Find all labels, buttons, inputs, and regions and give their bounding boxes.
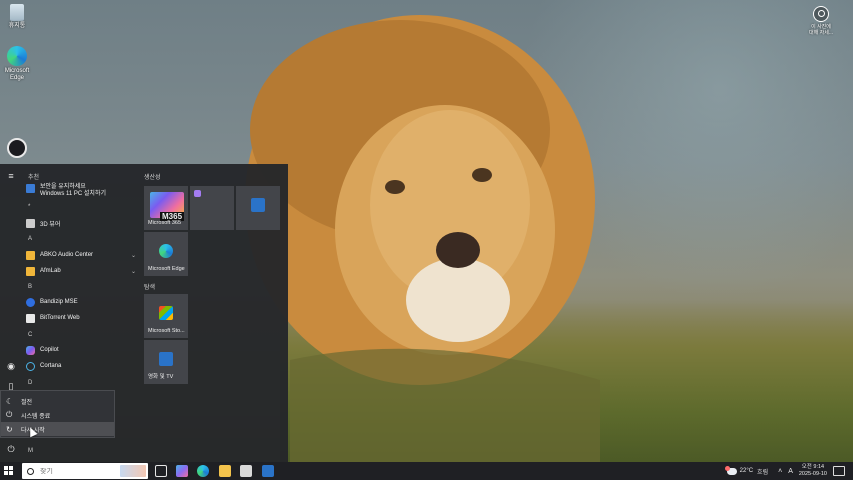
app-item-abko[interactable]: ABKO Audio Center ⌄ — [26, 248, 138, 262]
power-item-label: 절전 — [21, 399, 33, 406]
tile-section-explore: 탐색 — [144, 285, 156, 291]
tile-label: Microsoft 365 — [148, 220, 182, 226]
app-item-afmlab[interactable]: AfmLab ⌄ — [26, 264, 138, 278]
app-label: 3D 뷰어 — [40, 221, 61, 228]
moon-icon: ☾ — [6, 396, 14, 406]
section-header-b: B — [28, 284, 33, 290]
store-icon — [159, 306, 173, 320]
desktop-icon-label: 휴지통 — [8, 23, 26, 29]
section-header-a: A — [28, 236, 33, 242]
app-item-bittorrent[interactable]: BitTorrent Web — [26, 311, 138, 325]
tile-label: Microsoft Edge — [148, 266, 185, 272]
app-label: ABKO Audio Center — [40, 252, 94, 258]
tile-microsoft-365[interactable]: M365 Microsoft 365 — [144, 186, 188, 230]
app-label: BitTorrent Web — [40, 315, 80, 321]
app-item-cortana[interactable]: Cortana — [26, 359, 138, 373]
section-header-m: M — [28, 448, 33, 454]
app-item-bandizip[interactable]: Bandizip MSE — [26, 295, 138, 309]
store-icon[interactable] — [240, 465, 252, 477]
edge-icon — [159, 244, 173, 258]
power-restart-item[interactable]: ↻ 다시 시작 — [1, 422, 114, 436]
folder-icon — [26, 266, 35, 276]
folder-icon — [26, 250, 35, 260]
power-icon[interactable]: ⏻ — [3, 441, 19, 457]
ime-indicator[interactable]: A — [788, 468, 793, 475]
app-label: Bandizip MSE — [40, 299, 78, 305]
section-header-c: C — [28, 332, 33, 338]
taskbar-clock[interactable]: 오전 9:14 2025-09-10 — [799, 464, 827, 478]
clock-date: 2025-09-10 — [798, 471, 827, 477]
chevron-down-icon: ⌄ — [130, 252, 136, 259]
app-item-3d-viewer[interactable]: 3D 뷰어 — [26, 216, 138, 230]
film-icon — [159, 352, 173, 366]
taskbar: 22°C 흐림 ˄ A 오전 9:14 2025-09-10 — [0, 462, 853, 480]
edge-icon — [7, 46, 27, 66]
app-label: Cortana — [40, 363, 62, 369]
copilot-icon[interactable] — [176, 465, 188, 477]
tile-microsoft-store[interactable]: Microsoft Sto... — [144, 294, 188, 338]
wallpaper-info-line2: 대해 자세... — [809, 30, 833, 36]
chevron-down-icon: ⌄ — [130, 268, 136, 275]
system-tray: 22°C 흐림 ˄ A 오전 9:14 2025-09-10 — [724, 462, 853, 480]
search-icon — [27, 467, 34, 475]
search-highlight-image — [120, 465, 146, 477]
clock-time: 오전 9:14 — [801, 464, 825, 470]
app-label: AfmLab — [40, 268, 61, 274]
tile-movies-tv[interactable]: 영화 및 TV — [144, 340, 188, 384]
cortana-icon — [26, 361, 35, 371]
outlook-icon[interactable] — [262, 465, 274, 477]
hamburger-menu-icon[interactable]: ≡ — [3, 168, 19, 184]
weather-text[interactable]: 흐림 — [757, 467, 768, 476]
windows-shield-icon — [26, 184, 35, 193]
tile-outlook[interactable] — [236, 186, 280, 230]
desktop-icon-label: Microsoft Edge — [4, 68, 30, 81]
section-header-recommended: 추천 — [28, 175, 40, 181]
app-item-security[interactable]: 보안을 유지하세요 Windows 11 PC 설치하기 — [26, 184, 138, 202]
tile-microsoft-edge[interactable]: Microsoft Edge — [144, 232, 188, 276]
tile-section-productivity: 생산성 — [144, 175, 161, 181]
start-button[interactable] — [4, 466, 14, 476]
power-shutdown-item[interactable]: ⏻ 시스템 종료 — [1, 408, 114, 422]
copilot-icon — [26, 345, 35, 355]
app-item-copilot[interactable]: Copilot — [26, 343, 138, 357]
desktop-icon-obs[interactable] — [0, 138, 34, 160]
file-explorer-icon[interactable] — [219, 465, 231, 477]
section-header-d: D — [28, 380, 33, 386]
wallpaper-info-button[interactable]: 이 사진에 대해 자세... — [801, 6, 841, 36]
task-view-icon[interactable] — [155, 465, 167, 477]
camera-user-icon — [813, 6, 829, 22]
section-header-star: * — [28, 204, 31, 210]
user-avatar-icon[interactable]: ◉ — [3, 358, 19, 374]
power-menu: ☾ 절전 ⏻ 시스템 종료 ↻ 다시 시작 — [0, 390, 115, 438]
temperature[interactable]: 22°C — [740, 468, 753, 474]
desktop-icon-edge[interactable]: Microsoft Edge — [0, 46, 34, 82]
notification-icon[interactable] — [833, 466, 845, 476]
document-icon — [26, 313, 35, 323]
power-sleep-item[interactable]: ☾ 절전 — [1, 394, 114, 408]
pinned-tiles: 생산성 M365 Microsoft 365 Microsoft Edge 탐색… — [142, 170, 284, 462]
obs-icon — [7, 138, 27, 158]
edge-icon[interactable] — [197, 465, 209, 477]
taskbar-search[interactable] — [22, 463, 148, 479]
tile-folder-group[interactable] — [190, 186, 234, 230]
power-item-label: 시스템 종료 — [21, 413, 51, 420]
cube-icon — [26, 218, 35, 228]
recycle-bin-icon — [10, 4, 24, 21]
app-label: Copilot — [40, 347, 59, 353]
search-input[interactable] — [40, 467, 120, 475]
restart-icon: ↻ — [6, 424, 13, 434]
chevron-up-icon[interactable]: ˄ — [778, 468, 782, 475]
app-label: 보안을 유지하세요 — [40, 184, 86, 190]
power-icon: ⏻ — [6, 410, 13, 419]
outlook-icon — [251, 198, 265, 212]
bandizip-icon — [26, 297, 35, 307]
desktop-icon-recycle-bin[interactable]: 휴지통 — [0, 4, 34, 30]
tile-label: 영화 및 TV — [148, 374, 174, 380]
tile-label: Microsoft Sto... — [148, 328, 185, 334]
app-group-icon — [194, 190, 201, 197]
app-sublabel: Windows 11 PC 설치하기 — [40, 191, 106, 197]
weather-icon[interactable] — [724, 465, 737, 475]
